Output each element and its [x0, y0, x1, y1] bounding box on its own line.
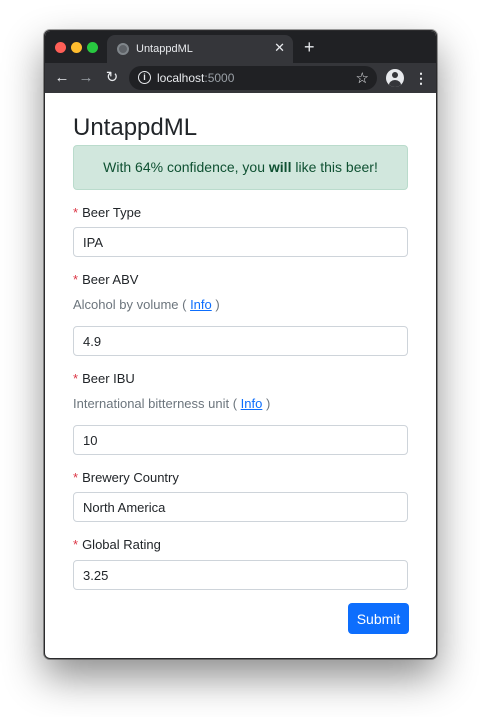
beer-ibu-label: * Beer IBU	[73, 371, 135, 386]
required-marker: *	[73, 205, 79, 220]
global-rating-input[interactable]	[73, 560, 408, 590]
close-tab-icon[interactable]: ✕	[274, 41, 285, 55]
beer-ibu-help: International bitterness unit ( Info )	[73, 396, 270, 411]
required-marker: *	[73, 371, 79, 386]
address-bar[interactable]: i localhost:5000 ☆	[129, 66, 377, 90]
profile-avatar-icon[interactable]	[386, 69, 404, 87]
beer-type-label-text: Beer Type	[82, 205, 142, 220]
forward-arrow-icon[interactable]: →	[77, 69, 95, 87]
beer-ibu-help-text: International bitterness unit (	[73, 396, 241, 411]
browser-toolbar: ← → ↻ i localhost:5000 ☆ ⋮	[45, 63, 436, 93]
beer-ibu-help-suffix: )	[262, 396, 271, 411]
url-port: :5000	[204, 71, 235, 85]
close-window-button[interactable]	[55, 42, 66, 53]
brewery-country-label: * Brewery Country	[73, 470, 179, 485]
alert-suffix: like this beer!	[291, 159, 378, 175]
prediction-alert: With 64% confidence, you will like this …	[73, 145, 408, 190]
page-content: UntappdML With 64% confidence, you will …	[45, 93, 436, 658]
globe-icon	[117, 43, 129, 55]
required-marker: *	[73, 272, 79, 287]
alert-prefix: With 64% confidence, you	[103, 159, 269, 175]
info-icon[interactable]: i	[138, 71, 151, 84]
beer-type-input[interactable]	[73, 227, 408, 257]
tab-title: UntappdML	[136, 43, 193, 55]
new-tab-icon[interactable]: +	[304, 38, 315, 56]
back-arrow-icon[interactable]: ←	[53, 69, 71, 87]
beer-type-label: * Beer Type	[73, 205, 141, 220]
reload-icon[interactable]: ↻	[103, 69, 121, 87]
beer-abv-label: * Beer ABV	[73, 272, 138, 287]
global-rating-label: * Global Rating	[73, 537, 161, 552]
title-bar: UntappdML ✕ +	[45, 31, 436, 63]
browser-tab[interactable]: UntappdML ✕	[107, 35, 293, 63]
beer-abv-help: Alcohol by volume ( Info )	[73, 297, 220, 312]
minimize-window-button[interactable]	[71, 42, 82, 53]
beer-abv-label-text: Beer ABV	[82, 272, 139, 287]
abv-info-link[interactable]: Info	[190, 297, 212, 312]
required-marker: *	[73, 470, 79, 485]
global-rating-label-text: Global Rating	[82, 537, 161, 552]
kebab-menu-icon[interactable]: ⋮	[414, 70, 428, 86]
url-text: localhost:5000	[157, 71, 234, 85]
brewery-country-input[interactable]	[73, 492, 408, 522]
url-host: localhost	[157, 71, 205, 85]
beer-abv-help-text: Alcohol by volume (	[73, 297, 191, 312]
beer-abv-input[interactable]	[73, 326, 408, 356]
beer-ibu-label-text: Beer IBU	[82, 371, 135, 386]
brewery-country-label-text: Brewery Country	[82, 470, 179, 485]
ibu-info-link[interactable]: Info	[241, 396, 263, 411]
bookmark-star-icon[interactable]: ☆	[356, 69, 369, 87]
page-title: UntappdML	[73, 114, 198, 141]
beer-ibu-input[interactable]	[73, 425, 408, 455]
alert-emphasis: will	[268, 159, 292, 175]
submit-button[interactable]: Submit	[348, 603, 409, 634]
maximize-window-button[interactable]	[87, 42, 98, 53]
beer-abv-help-suffix: )	[211, 297, 220, 312]
browser-window: UntappdML ✕ + ← → ↻ i localhost:5000 ☆ ⋮…	[44, 30, 437, 659]
required-marker: *	[73, 537, 79, 552]
